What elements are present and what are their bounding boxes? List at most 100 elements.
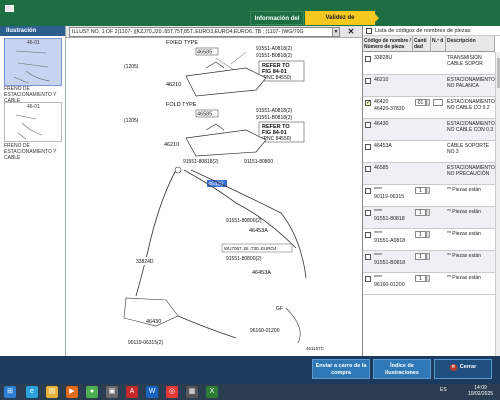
quantity-stepper[interactable] [426, 275, 430, 282]
close-icon[interactable]: ✕ [346, 27, 356, 37]
part-description: ** Piezas están [447, 231, 481, 237]
part-code: **** [374, 187, 383, 193]
illustration-thumb-1[interactable]: 46-01 [4, 38, 62, 86]
app-icon[interactable]: ▣ [106, 386, 118, 398]
part-46420-label-highlighted[interactable]: 46420 [208, 182, 223, 188]
part-91551-a-label-2[interactable]: 91551-A0818(2) [256, 108, 292, 114]
quantity-stepper[interactable] [426, 253, 430, 260]
tab-spec-validity[interactable]: Validez de especificación [305, 11, 375, 35]
table-row[interactable]: **** 90119-06315 1 ** Piezas están [363, 185, 500, 207]
part-91551-80800-label[interactable]: 91551-80800(2) [226, 218, 262, 224]
part-number: 90119-06315 [374, 194, 405, 200]
ie-icon[interactable]: e [26, 386, 38, 398]
clock-date: 10/02/2025 [468, 391, 494, 397]
folder-icon[interactable]: ▤ [46, 386, 58, 398]
column-header-qty[interactable]: Canti dad [413, 36, 431, 52]
action-bar: Enviar a carro de la compra Índice de il… [0, 356, 500, 384]
part-91551-80800-label-2[interactable]: 91551-80800(2) [226, 256, 262, 262]
table-row[interactable]: **** 91551-A0818 1 ** Piezas están [363, 229, 500, 251]
table-row[interactable]: 4642046420-37830 01 ESTACIONAMIENTO NO CAB… [363, 97, 500, 119]
part-91551-b-label[interactable]: 91551-B0818(2) [256, 53, 292, 59]
chrome-icon[interactable]: ● [86, 386, 98, 398]
app-icon[interactable] [5, 5, 14, 12]
row-checkbox[interactable] [365, 166, 371, 172]
row-checkbox[interactable] [365, 232, 371, 238]
row-checkbox[interactable] [365, 254, 371, 260]
media-player-icon[interactable]: ▶ [66, 386, 78, 398]
part-96160-label[interactable]: 96160-01200 [250, 328, 280, 334]
number-field[interactable] [433, 99, 443, 106]
table-row[interactable]: 46430 ESTACIONAMIENTO NO CABLE CON 0.3 [363, 119, 500, 141]
part-code: 33828U [374, 55, 393, 61]
send-to-cart-button[interactable]: Enviar a carro de la compra [312, 359, 370, 379]
part-91551-80818-label[interactable]: 91551-80818(2) [183, 159, 219, 165]
column-header-desc[interactable]: Descripción [446, 36, 495, 52]
row-checkbox[interactable] [365, 210, 371, 216]
quantity-stepper[interactable] [426, 231, 430, 238]
row-checkbox[interactable] [365, 78, 371, 84]
part-46210-label[interactable]: 46210 [166, 82, 181, 88]
part-46585-label[interactable]: 46585 [197, 50, 212, 56]
illustration-index-button[interactable]: Índice de ilustraciones [373, 359, 431, 379]
close-button[interactable]: ✕ Cerrar [434, 359, 492, 379]
part-91551-b-label-2[interactable]: 91551-B0818(2) [256, 115, 292, 121]
app-icon-2[interactable]: ▦ [186, 386, 198, 398]
excel-icon[interactable]: X [206, 386, 218, 398]
applicability-note: WU7067..B/..T30..EURO4 [224, 246, 277, 251]
quantity-field[interactable]: 1 [415, 231, 426, 238]
column-header-no[interactable]: N.º d [431, 36, 446, 52]
column-header-code[interactable]: Código de nombre / Número de pieza [363, 36, 413, 52]
row-checkbox[interactable] [365, 188, 371, 194]
part-description: ** Piezas están [447, 253, 481, 259]
acrobat-icon[interactable]: A [126, 386, 138, 398]
quantity-field[interactable]: 01 [415, 99, 426, 106]
part-46453a-label[interactable]: 46453A [249, 228, 268, 234]
power-icon[interactable]: ◎ [166, 386, 178, 398]
vertical-scrollbar[interactable] [495, 52, 500, 356]
table-row[interactable]: 33828U TRANSMISIÓN CABLE SOPOR [363, 53, 500, 75]
row-checkbox[interactable] [365, 56, 371, 62]
part-91151-80800-label[interactable]: 91151-80800 [244, 159, 273, 165]
part-33824d-label[interactable]: 33824D [136, 259, 154, 265]
parts-list-pane: Lista de códigos de nombres de piezas Có… [362, 26, 500, 356]
row-checkbox[interactable] [365, 144, 371, 150]
part-46430-label[interactable]: 46430 [146, 319, 161, 325]
system-clock[interactable]: 14:09 10/02/2025 [468, 385, 493, 397]
diagram-toolbar: ILLUST NO. 1 OF 2(1107- )[KZJ70,J20..65T… [66, 26, 362, 38]
parts-diagram: FIXED TYPE 46585 91551-A0818(2) 91551-B0… [123, 40, 325, 351]
illustration-selector[interactable]: ILLUST NO. 1 OF 2(1107- )[KZJ70,J20..65T… [69, 27, 334, 37]
quantity-field[interactable]: 1 [415, 275, 426, 282]
part-46453a-label-2[interactable]: 46453A [252, 270, 271, 276]
row-checkbox[interactable] [365, 122, 371, 128]
part-91551-a-label[interactable]: 91551-A0818(2) [256, 46, 292, 52]
table-row[interactable]: **** 91551-80818 1 ** Piezas están [363, 207, 500, 229]
close-icon: ✕ [449, 364, 457, 371]
row-checkbox[interactable] [365, 99, 371, 106]
part-code: **** [374, 275, 383, 281]
table-row[interactable]: 46210 ESTACIONAMIENTO NO PALANCA [363, 75, 500, 97]
word-icon[interactable]: W [146, 386, 158, 398]
quantity-stepper[interactable] [426, 99, 430, 106]
illustration-thumb-2[interactable]: 46-01 [4, 102, 62, 142]
part-description: ESTACIONAMIENTO NO CABLE CO 0.2 [447, 99, 495, 118]
tab-parts-info[interactable]: Información del [250, 11, 304, 25]
windows-start-icon[interactable]: ⊞ [4, 386, 16, 398]
chevron-down-icon[interactable]: ▼ [332, 27, 340, 37]
table-row[interactable]: 46453A CABLE SOPORTE NO 3 [363, 141, 500, 163]
part-46210-label-2[interactable]: 46210 [164, 142, 179, 148]
quantity-stepper[interactable] [426, 187, 430, 194]
taskbar: ⊞ e ▤ ▶ ● ▣ A W ◎ ▦ X ES 14:09 10/02/202… [0, 384, 500, 400]
thumb-drawing [15, 114, 43, 140]
table-row[interactable]: **** 91551-B0818 1 ** Piezas están [363, 251, 500, 273]
quantity-field[interactable]: 1 [415, 253, 426, 260]
table-row[interactable]: **** 96160-01200 1 ** Piezas están [363, 273, 500, 295]
table-row[interactable]: 46585 ESTACIONAMIENTO NO PRECAUCIÓN [363, 163, 500, 185]
part-90119-label[interactable]: 90119-06315(2) [128, 340, 164, 346]
row-checkbox[interactable] [365, 276, 371, 282]
part-46585-label-2[interactable]: 46585 [197, 112, 212, 118]
quantity-field[interactable]: 1 [415, 209, 426, 216]
quantity-field[interactable]: 1 [415, 187, 426, 194]
language-indicator[interactable]: ES [440, 387, 447, 393]
top-bar: Información del Validez de especificació… [0, 0, 500, 35]
quantity-stepper[interactable] [426, 209, 430, 216]
